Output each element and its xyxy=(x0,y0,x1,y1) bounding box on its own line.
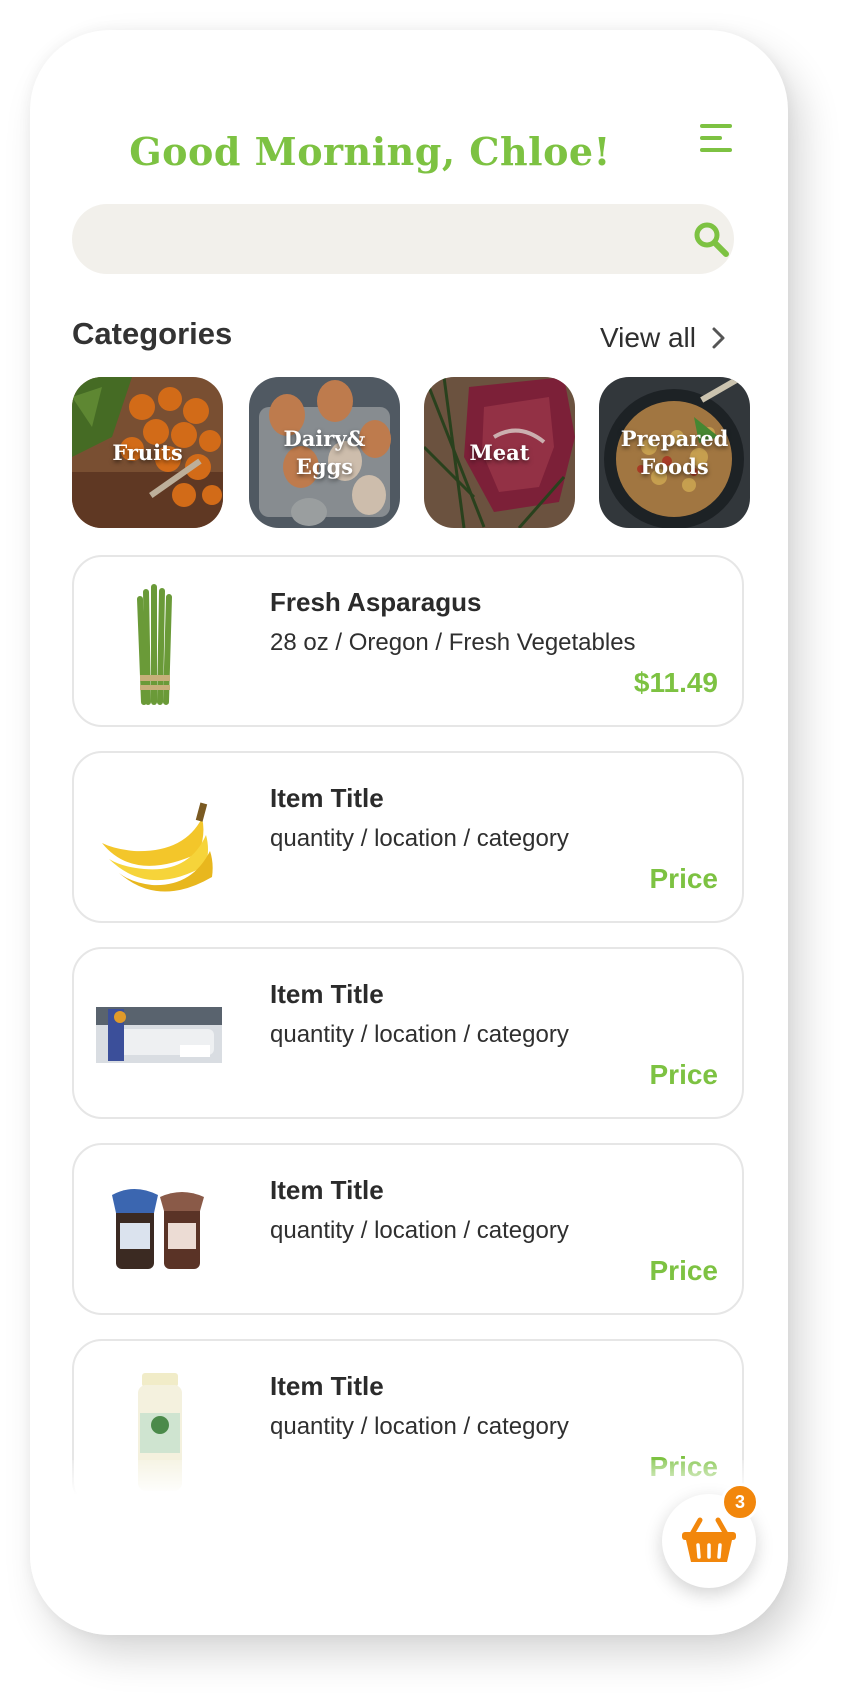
product-title: Fresh Asparagus xyxy=(270,587,482,617)
banana-image xyxy=(102,802,213,892)
category-label-line1: Fruits xyxy=(112,439,183,465)
search-input[interactable] xyxy=(100,204,664,276)
category-label-line2: Eggs xyxy=(295,453,354,479)
product-price: Price xyxy=(649,863,719,894)
search-bar xyxy=(72,204,734,276)
category-label: Prepared Foods xyxy=(599,377,750,528)
product-price: Price xyxy=(649,1255,719,1286)
product-meta: quantity / location / category xyxy=(270,1021,569,1048)
product-meta: quantity / location / category xyxy=(270,1217,569,1244)
product-card[interactable]: Item Title quantity / location / categor… xyxy=(72,1143,744,1315)
product-price: $11.49 xyxy=(633,667,718,698)
cart-count-badge: 3 xyxy=(721,1483,759,1521)
asparagus-image xyxy=(137,584,172,705)
category-label-line1: Meat xyxy=(469,439,530,465)
jars-image xyxy=(112,1189,204,1269)
product-meta: quantity / location / category xyxy=(270,825,569,852)
product-title: Item Title xyxy=(270,1175,384,1205)
chevron-right-icon xyxy=(712,327,725,349)
product-card[interactable]: Item Title quantity / location / categor… xyxy=(72,751,744,923)
product-title: Item Title xyxy=(270,783,384,813)
product-price: Price xyxy=(649,1059,719,1090)
product-meta: 28 oz / Oregon / Fresh Vegetables xyxy=(270,629,636,656)
product-title: Item Title xyxy=(270,979,384,1009)
view-all-label: View all xyxy=(600,322,696,353)
category-label: Dairy& Eggs xyxy=(249,377,400,528)
categories-heading: Categories xyxy=(72,316,233,351)
category-tile-dairy-eggs[interactable]: Dairy& Eggs xyxy=(249,377,400,528)
product-title: Item Title xyxy=(270,1371,384,1401)
category-label: Meat xyxy=(424,377,575,528)
category-tile-meat[interactable]: Meat xyxy=(424,377,575,528)
menu-button[interactable] xyxy=(696,116,740,160)
search-icon[interactable] xyxy=(692,220,730,258)
phone-screen: Good Morning, Chloe! Categories View all xyxy=(30,30,788,1635)
category-tile-fruits[interactable]: Fruits xyxy=(72,377,223,528)
category-label-line2: Foods xyxy=(640,453,709,479)
category-label-line1: Prepared xyxy=(620,425,729,451)
view-all-link[interactable]: View all xyxy=(600,318,726,358)
greeting-title: Good Morning, Chloe! xyxy=(129,129,611,174)
category-label-line1: Dairy& xyxy=(283,425,366,451)
category-label: Fruits xyxy=(72,377,223,528)
product-card[interactable]: Item Title quantity / location / categor… xyxy=(72,947,744,1119)
category-tile-prepared-foods[interactable]: Prepared Foods xyxy=(599,377,750,528)
product-meta: quantity / location / category xyxy=(270,1413,569,1440)
menu-icon xyxy=(700,124,732,152)
fish-fillet-image xyxy=(96,1007,222,1063)
product-card[interactable]: Fresh Asparagus 28 oz / Oregon / Fresh V… xyxy=(72,555,744,727)
basket-icon xyxy=(682,1517,736,1562)
